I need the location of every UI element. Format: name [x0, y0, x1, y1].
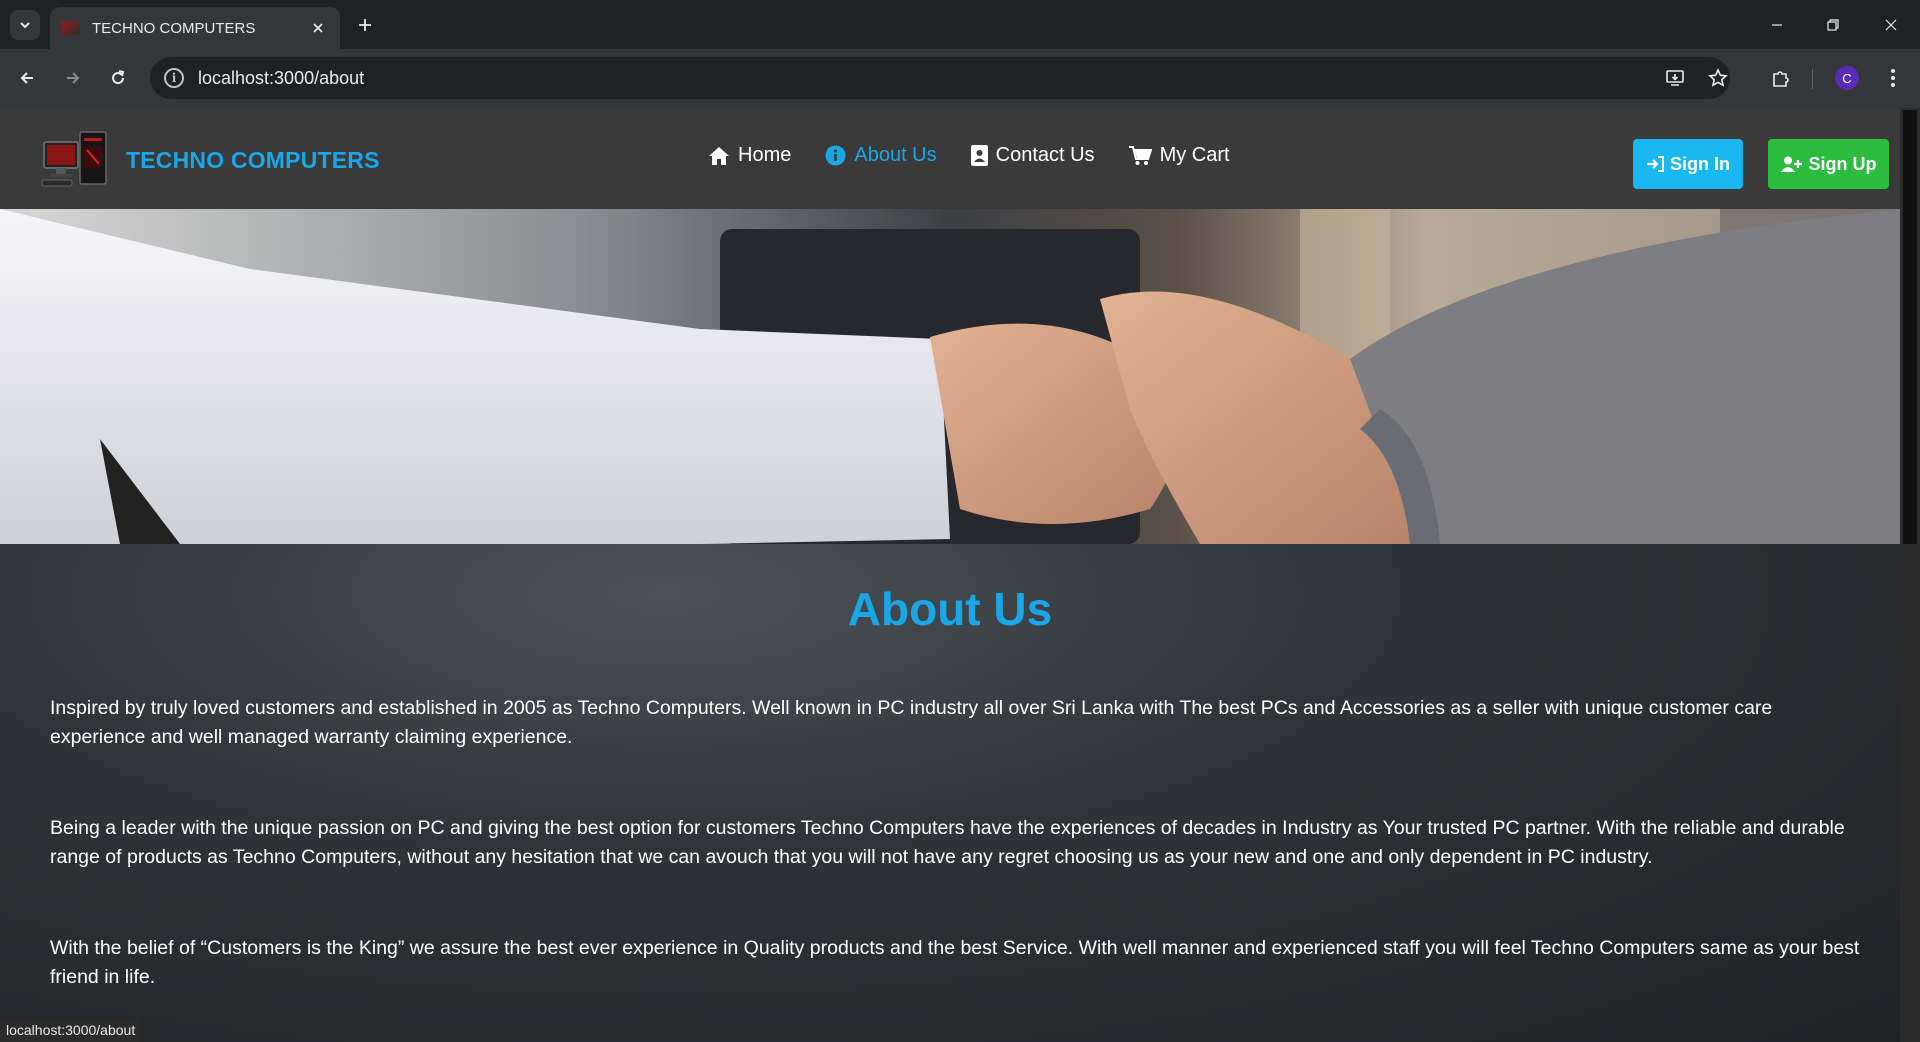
site-navbar: TECHNO COMPUTERS Home About Us Contact U…: [0, 108, 1900, 209]
info-icon: [825, 145, 846, 166]
restore-button[interactable]: [1818, 10, 1848, 40]
brand-name: TECHNO COMPUTERS: [126, 146, 380, 173]
sign-in-icon: [1647, 156, 1664, 172]
arrow-left-icon: [20, 72, 33, 84]
forward-button[interactable]: [58, 63, 88, 93]
address-bar[interactable]: i localhost:3000/about: [150, 57, 1730, 99]
restore-icon: [1827, 19, 1839, 31]
page-viewport: TECHNO COMPUTERS Home About Us Contact U…: [0, 108, 1920, 1042]
close-icon: [313, 23, 323, 33]
nav-cart-label: My Cart: [1159, 144, 1230, 166]
about-section: About Us Inspired by truly loved custome…: [0, 544, 1900, 1042]
nav-home-label: Home: [738, 144, 792, 166]
about-paragraph: Inspired by truly loved customers and es…: [50, 697, 1773, 748]
brand-logo-icon: [40, 128, 112, 192]
extensions-button[interactable]: [1766, 63, 1796, 93]
arrow-right-icon: [67, 72, 80, 84]
contact-card-icon: [970, 145, 988, 166]
plus-icon: [359, 19, 371, 31]
sign-in-button[interactable]: Sign In: [1633, 139, 1743, 189]
tab-close-button[interactable]: [308, 18, 328, 38]
install-icon: [1666, 70, 1684, 86]
kebab-menu-icon: [1891, 69, 1895, 87]
tab-title: TECHNO COMPUTERS: [92, 19, 256, 37]
nav-home[interactable]: Home: [708, 144, 791, 167]
url-text: localhost:3000/about: [198, 67, 365, 88]
nav-contact-label: Contact Us: [995, 144, 1095, 166]
main-nav: Home About Us Contact Us My Cart: [708, 144, 1230, 167]
minimize-button[interactable]: [1762, 10, 1792, 40]
reload-button[interactable]: [103, 63, 133, 93]
reload-icon: [112, 70, 125, 85]
about-title: About Us: [847, 583, 1053, 635]
profile-button[interactable]: C: [1832, 63, 1862, 93]
puzzle-icon: [1773, 71, 1789, 87]
chevron-down-icon: [20, 22, 30, 29]
toolbar-divider: [1812, 69, 1813, 89]
nav-contact[interactable]: Contact Us: [970, 144, 1095, 167]
user-plus-icon: [1780, 156, 1802, 172]
cart-icon: [1128, 145, 1152, 165]
avatar: C: [1835, 66, 1859, 90]
about-paragraph: Being a leader with the unique passion o…: [50, 817, 1845, 868]
brand-link[interactable]: TECHNO COMPUTERS: [40, 128, 380, 192]
browser-toolbar: i localhost:3000/about C: [0, 49, 1920, 108]
back-button[interactable]: [12, 63, 42, 93]
hero-handshake-image: [0, 209, 1900, 544]
scrollbar-thumb[interactable]: [1903, 110, 1917, 544]
star-icon: [1708, 68, 1728, 87]
browser-menu-button[interactable]: [1878, 63, 1908, 93]
nav-about-label: About Us: [854, 144, 937, 166]
tab-search-button[interactable]: [10, 10, 40, 40]
sign-up-button[interactable]: Sign Up: [1768, 139, 1889, 189]
close-window-button[interactable]: [1876, 10, 1906, 40]
page-scrollbar[interactable]: [1900, 108, 1920, 1042]
minimize-icon: [1772, 24, 1782, 26]
browser-tab[interactable]: TECHNO COMPUTERS: [50, 7, 340, 49]
favicon-icon: [62, 21, 80, 35]
sign-up-label: Sign Up: [1808, 153, 1877, 174]
nav-cart[interactable]: My Cart: [1128, 144, 1230, 167]
close-icon: [1885, 19, 1897, 31]
new-tab-button[interactable]: [352, 12, 378, 38]
site-info-icon[interactable]: i: [164, 68, 184, 88]
status-bar-url: localhost:3000/about: [0, 1018, 142, 1042]
install-app-button[interactable]: [1660, 63, 1690, 93]
browser-tab-bar: TECHNO COMPUTERS: [0, 0, 1920, 49]
home-icon: [709, 146, 729, 165]
bookmark-button[interactable]: [1703, 63, 1733, 93]
sign-in-label: Sign In: [1670, 153, 1730, 174]
about-paragraph: With the belief of “Customers is the Kin…: [50, 937, 1860, 988]
nav-about[interactable]: About Us: [825, 144, 937, 167]
